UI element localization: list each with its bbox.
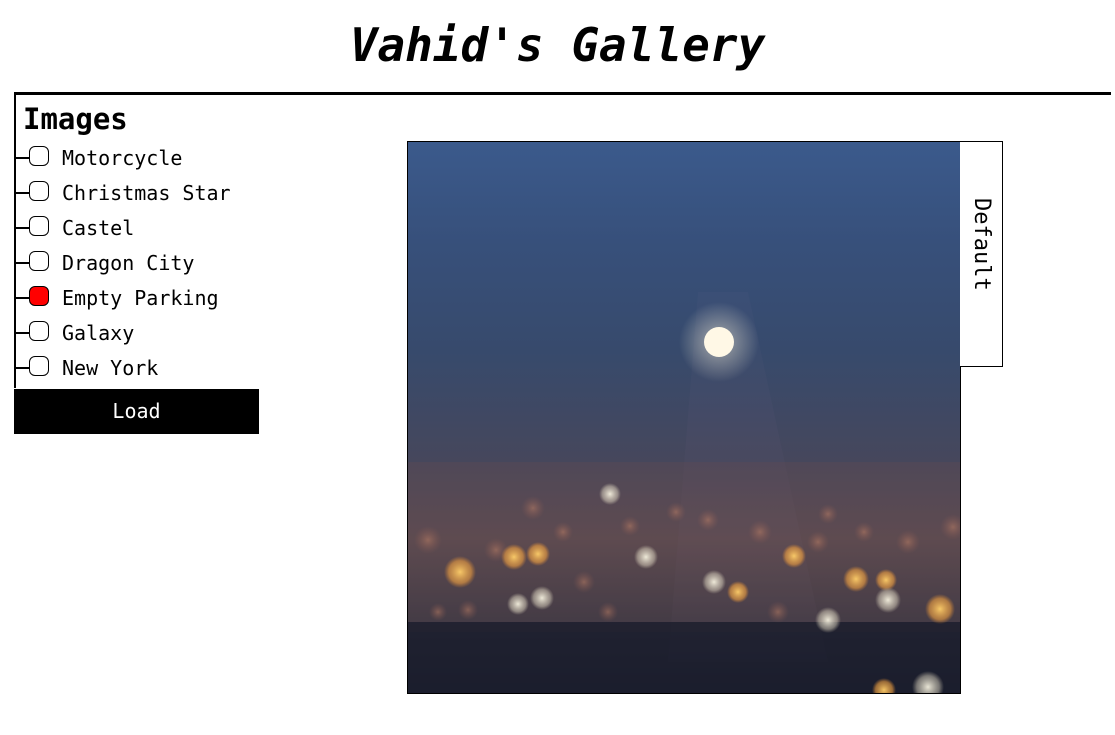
gallery-image [407, 141, 961, 694]
image-checkbox[interactable] [29, 146, 49, 166]
image-item-label: Motorcycle [62, 146, 183, 170]
image-checkbox[interactable] [29, 321, 49, 341]
image-list: Motorcycle Christmas Star Castel Dragon … [14, 140, 274, 385]
tree-branch [14, 297, 30, 299]
image-checkbox[interactable] [29, 181, 49, 201]
image-item-galaxy[interactable]: Galaxy [14, 315, 274, 350]
header-divider [14, 92, 1111, 95]
image-checkbox[interactable] [29, 286, 49, 306]
image-item-label: Empty Parking [62, 286, 219, 310]
images-heading: Images [23, 102, 128, 136]
image-checkbox[interactable] [29, 356, 49, 376]
image-item-motorcycle[interactable]: Motorcycle [14, 140, 274, 175]
image-item-label: Christmas Star [62, 181, 231, 205]
image-item-christmas-star[interactable]: Christmas Star [14, 175, 274, 210]
image-item-label: New York [62, 356, 159, 380]
image-item-new-york[interactable]: New York [14, 350, 274, 385]
image-item-dragon-city[interactable]: Dragon City [14, 245, 274, 280]
image-checkbox[interactable] [29, 251, 49, 271]
tree-branch [14, 227, 30, 229]
tree-branch [14, 262, 30, 264]
image-item-label: Dragon City [62, 251, 195, 275]
tree-branch [14, 332, 30, 334]
tree-branch [14, 367, 30, 369]
image-item-empty-parking[interactable]: Empty Parking [14, 280, 274, 315]
image-item-label: Castel [62, 216, 135, 240]
image-checkbox[interactable] [29, 216, 49, 236]
night-city-photo [408, 292, 960, 693]
tree-branch [14, 192, 30, 194]
filter-tab-label: Default [969, 198, 994, 291]
load-button[interactable]: Load [14, 389, 259, 434]
image-item-label: Galaxy [62, 321, 135, 345]
tree-branch [14, 157, 30, 159]
image-item-castel[interactable]: Castel [14, 210, 274, 245]
filter-tab-default[interactable]: Default [960, 141, 1003, 367]
page-title: Vahid's Gallery [349, 18, 766, 72]
